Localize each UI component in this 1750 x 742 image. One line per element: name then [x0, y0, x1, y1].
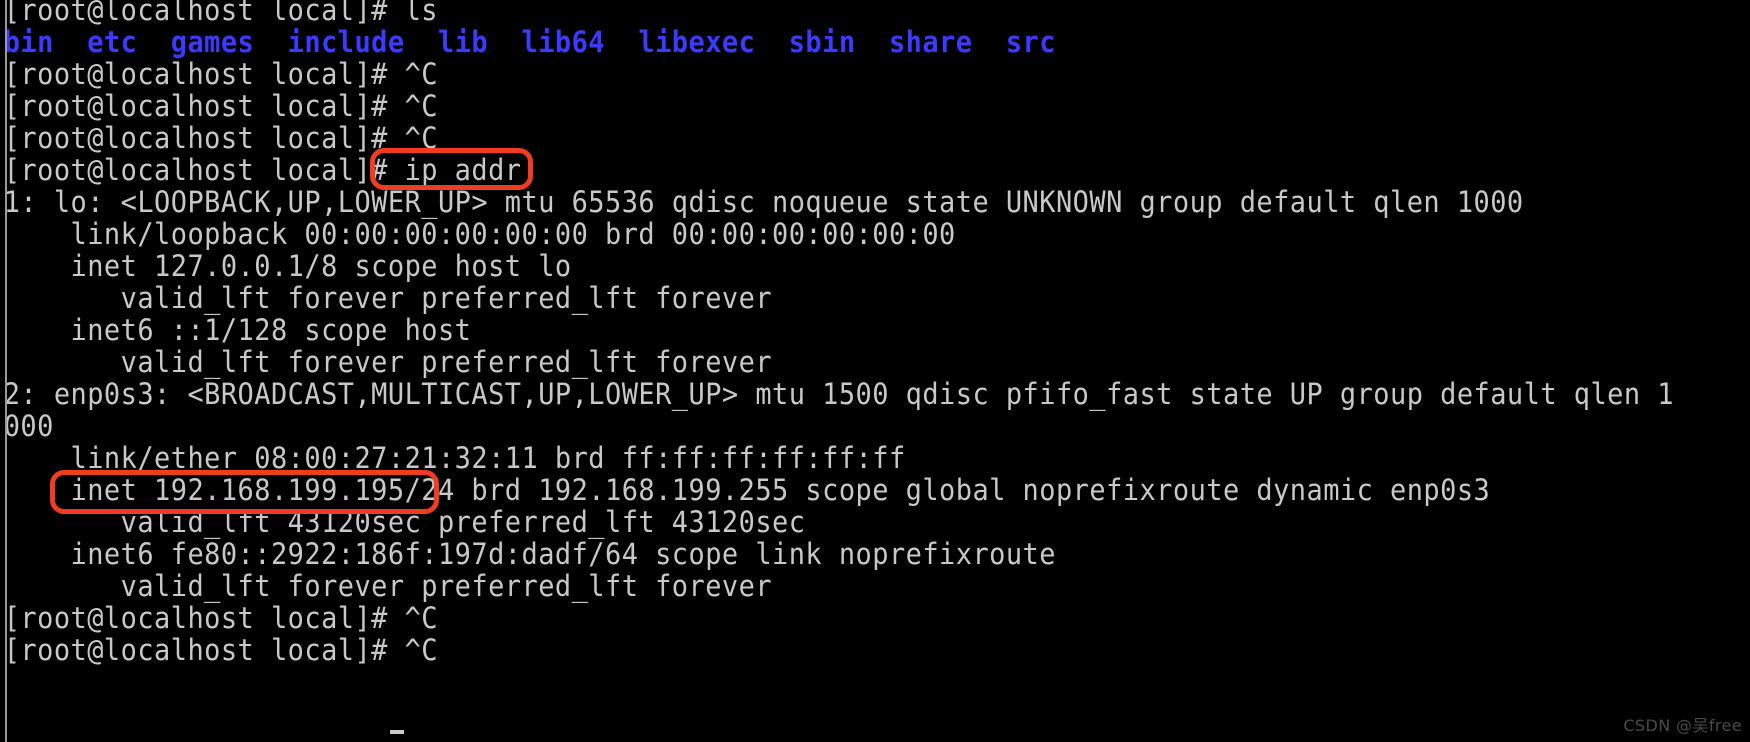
terminal-line: valid_lft forever preferred_lft forever	[3, 569, 773, 603]
terminal-line: valid_lft forever preferred_lft forever	[3, 345, 773, 379]
terminal-line: inet 127.0.0.1/8 scope host lo	[3, 249, 572, 283]
terminal-line: link/ether 08:00:27:21:32:11 brd ff:ff:f…	[3, 441, 906, 475]
terminal-screen: [root@localhost local]# ls bin etc games…	[0, 0, 1750, 666]
terminal-line: valid_lft forever preferred_lft forever	[3, 281, 773, 315]
terminal-window[interactable]: [root@localhost local]# ls bin etc games…	[0, 0, 1750, 742]
terminal-line: [root@localhost local]# ls	[3, 0, 438, 27]
terminal-line: inet6 fe80::2922:186f:197d:dadf/64 scope…	[3, 537, 1056, 571]
terminal-cursor	[390, 730, 404, 734]
terminal-line: [root@localhost local]# ^C	[3, 633, 438, 667]
terminal-line: valid_lft 43120sec preferred_lft 43120se…	[3, 505, 806, 539]
terminal-line: 1: lo: <LOOPBACK,UP,LOWER_UP> mtu 65536 …	[3, 185, 1524, 219]
terminal-line: 2: enp0s3: <BROADCAST,MULTICAST,UP,LOWER…	[3, 377, 1674, 411]
terminal-line: inet6 ::1/128 scope host	[3, 313, 472, 347]
terminal-line-inet-address: inet 192.168.199.195/24 brd 192.168.199.…	[3, 473, 1491, 507]
terminal-left-edge	[0, 0, 7, 742]
terminal-line: [root@localhost local]# ^C	[3, 601, 438, 635]
terminal-line: 000	[3, 409, 54, 443]
watermark-text: CSDN @吴free	[1623, 716, 1742, 735]
terminal-line-ls-output: bin etc games include lib lib64 libexec …	[3, 25, 1056, 59]
terminal-line: [root@localhost local]# ^C	[3, 57, 438, 91]
terminal-line: [root@localhost local]# ^C	[3, 121, 438, 155]
terminal-line: link/loopback 00:00:00:00:00:00 brd 00:0…	[3, 217, 956, 251]
terminal-line-command: [root@localhost local]# ip addr	[3, 153, 522, 187]
terminal-line: [root@localhost local]# ^C	[3, 89, 438, 123]
